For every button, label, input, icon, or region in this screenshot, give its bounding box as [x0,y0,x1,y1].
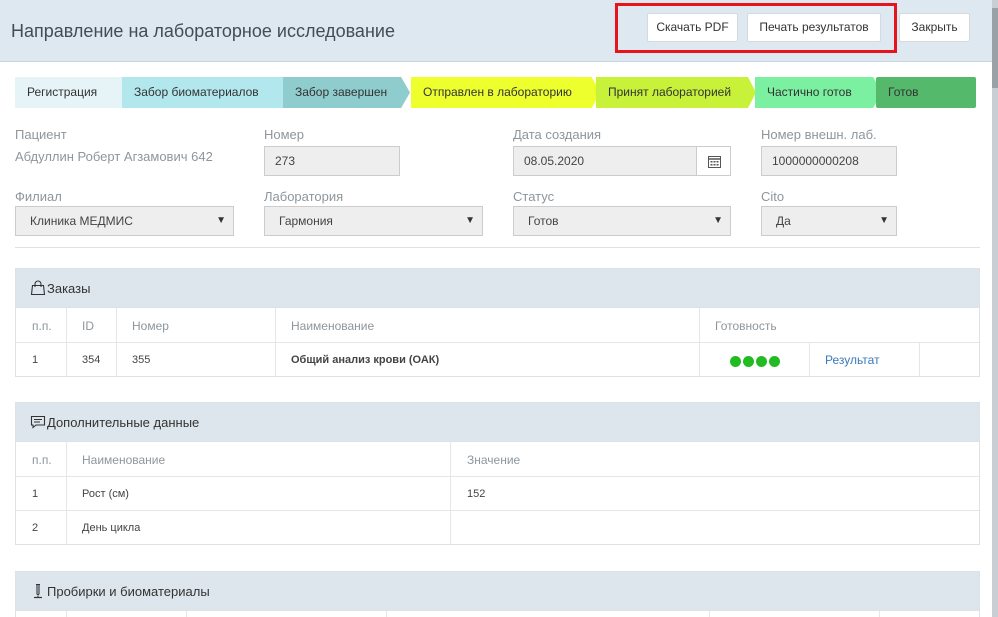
caret-down-icon: ▼ [216,215,226,226]
column-header-name: Наименование [291,319,375,333]
comment-icon [30,415,46,429]
branch-select-value: Клиника МЕДМИС [30,214,133,228]
column-header-number: Номер [132,319,169,333]
patient-label: Пациент [15,127,67,142]
column-divider [66,442,67,545]
cell-number: 355 [132,354,151,366]
ready-dot-icon [769,356,780,367]
cito-label: Cito [761,189,785,204]
caret-down-icon: ▼ [879,215,889,226]
patient-value: Абдуллин Роберт Агзамович 642 [15,149,213,164]
column-divider [919,342,920,377]
ext-lab-number-field[interactable]: 1000000000208 [761,146,897,176]
laboratory-select-value: Гармония [279,214,333,228]
column-divider [66,308,67,377]
step-registration: Регистрация [15,77,137,108]
close-button[interactable]: Закрыть [899,13,970,42]
column-divider [879,611,880,617]
scrollbar-thumb[interactable] [992,8,998,88]
created-date-field[interactable]: 08.05.2020 [513,146,697,176]
readiness-indicator [730,354,782,372]
ready-dot-icon [756,356,767,367]
column-divider [186,611,187,617]
laboratory-select[interactable]: Гармония ▼ [264,206,483,236]
cell-pp: 1 [32,354,39,366]
shopping-bag-icon [30,280,46,296]
column-divider [386,611,387,617]
created-date-label: Дата создания [513,127,602,142]
number-label: Номер [264,127,305,142]
status-label: Статус [513,189,555,204]
orders-panel-title: Заказы [47,281,91,296]
extra-data-panel-title: Дополнительные данные [47,415,200,430]
status-select-value: Готов [528,214,559,228]
caret-down-icon: ▼ [465,215,475,226]
orders-panel: Заказы п.п. ID Номер Наименование Готовн… [15,268,980,377]
column-header-id: ID [82,319,94,333]
calendar-button[interactable] [696,146,731,176]
form-divider [15,247,980,248]
extra-data-panel: Дополнительные данные п.п. Наименование … [15,402,980,545]
number-field[interactable]: 273 [264,146,400,176]
cell-id: 354 [82,354,101,366]
cell-name: Общий анализ крови (ОАК) [291,354,440,366]
cell-name: Рост (см) [82,488,129,500]
column-header-value: Значение [467,453,521,467]
row-divider [16,342,979,343]
column-divider [450,442,451,545]
cell-pp: 1 [32,488,39,500]
row-divider [16,476,979,477]
branch-label: Филиал [15,189,62,204]
column-divider [116,308,117,377]
branch-select[interactable]: Клиника МЕДМИС ▼ [15,206,234,236]
scrollbar[interactable] [992,0,998,617]
cell-pp: 2 [32,522,39,534]
step-ready: Готов [876,77,976,108]
step-accepted-by-lab: Принят лабораторией [596,77,756,108]
laboratory-label: Лаборатория [264,189,344,204]
status-select[interactable]: Готов ▼ [513,206,731,236]
cito-select-value: Да [776,214,791,228]
column-header-name: Наименование [82,453,166,467]
orders-panel-header: Заказы [16,269,979,308]
test-tube-icon [34,583,42,599]
column-header-pp: п.п. [32,319,52,333]
cito-select[interactable]: Да ▼ [761,206,897,236]
calendar-icon [708,156,721,168]
column-divider [709,611,710,617]
step-sent-to-lab: Отправлен в лабораторию [411,77,601,108]
extra-data-panel-header: Дополнительные данные [16,403,979,442]
cell-value: 152 [467,488,486,500]
column-divider [66,611,67,617]
row-divider [16,510,979,511]
caret-down-icon: ▼ [713,215,723,226]
column-header-pp: п.п. [32,453,52,467]
tubes-panel-header: Пробирки и биоматериалы [16,572,979,611]
ext-lab-number-label: Номер внешн. лаб. [761,127,877,142]
ready-dot-icon [743,356,754,367]
column-divider [809,342,810,377]
cell-name: День цикла [82,522,141,534]
page-title: Направление на лабораторное исследование [11,21,395,41]
step-collection-complete: Забор завершен [283,77,410,108]
page-header: Направление на лабораторное исследование… [0,0,998,62]
result-link[interactable]: Результат [825,353,880,367]
tubes-panel: Пробирки и биоматериалы [15,571,980,617]
step-partially-ready: Частично готов [755,77,882,108]
column-divider [275,308,276,377]
ready-dot-icon [730,356,741,367]
step-biomaterial-collection: Забор биоматериалов [122,77,297,108]
column-divider [699,308,700,377]
column-header-readiness: Готовность [715,319,777,333]
tubes-panel-title: Пробирки и биоматериалы [47,584,210,599]
highlight-annotation [615,3,897,53]
